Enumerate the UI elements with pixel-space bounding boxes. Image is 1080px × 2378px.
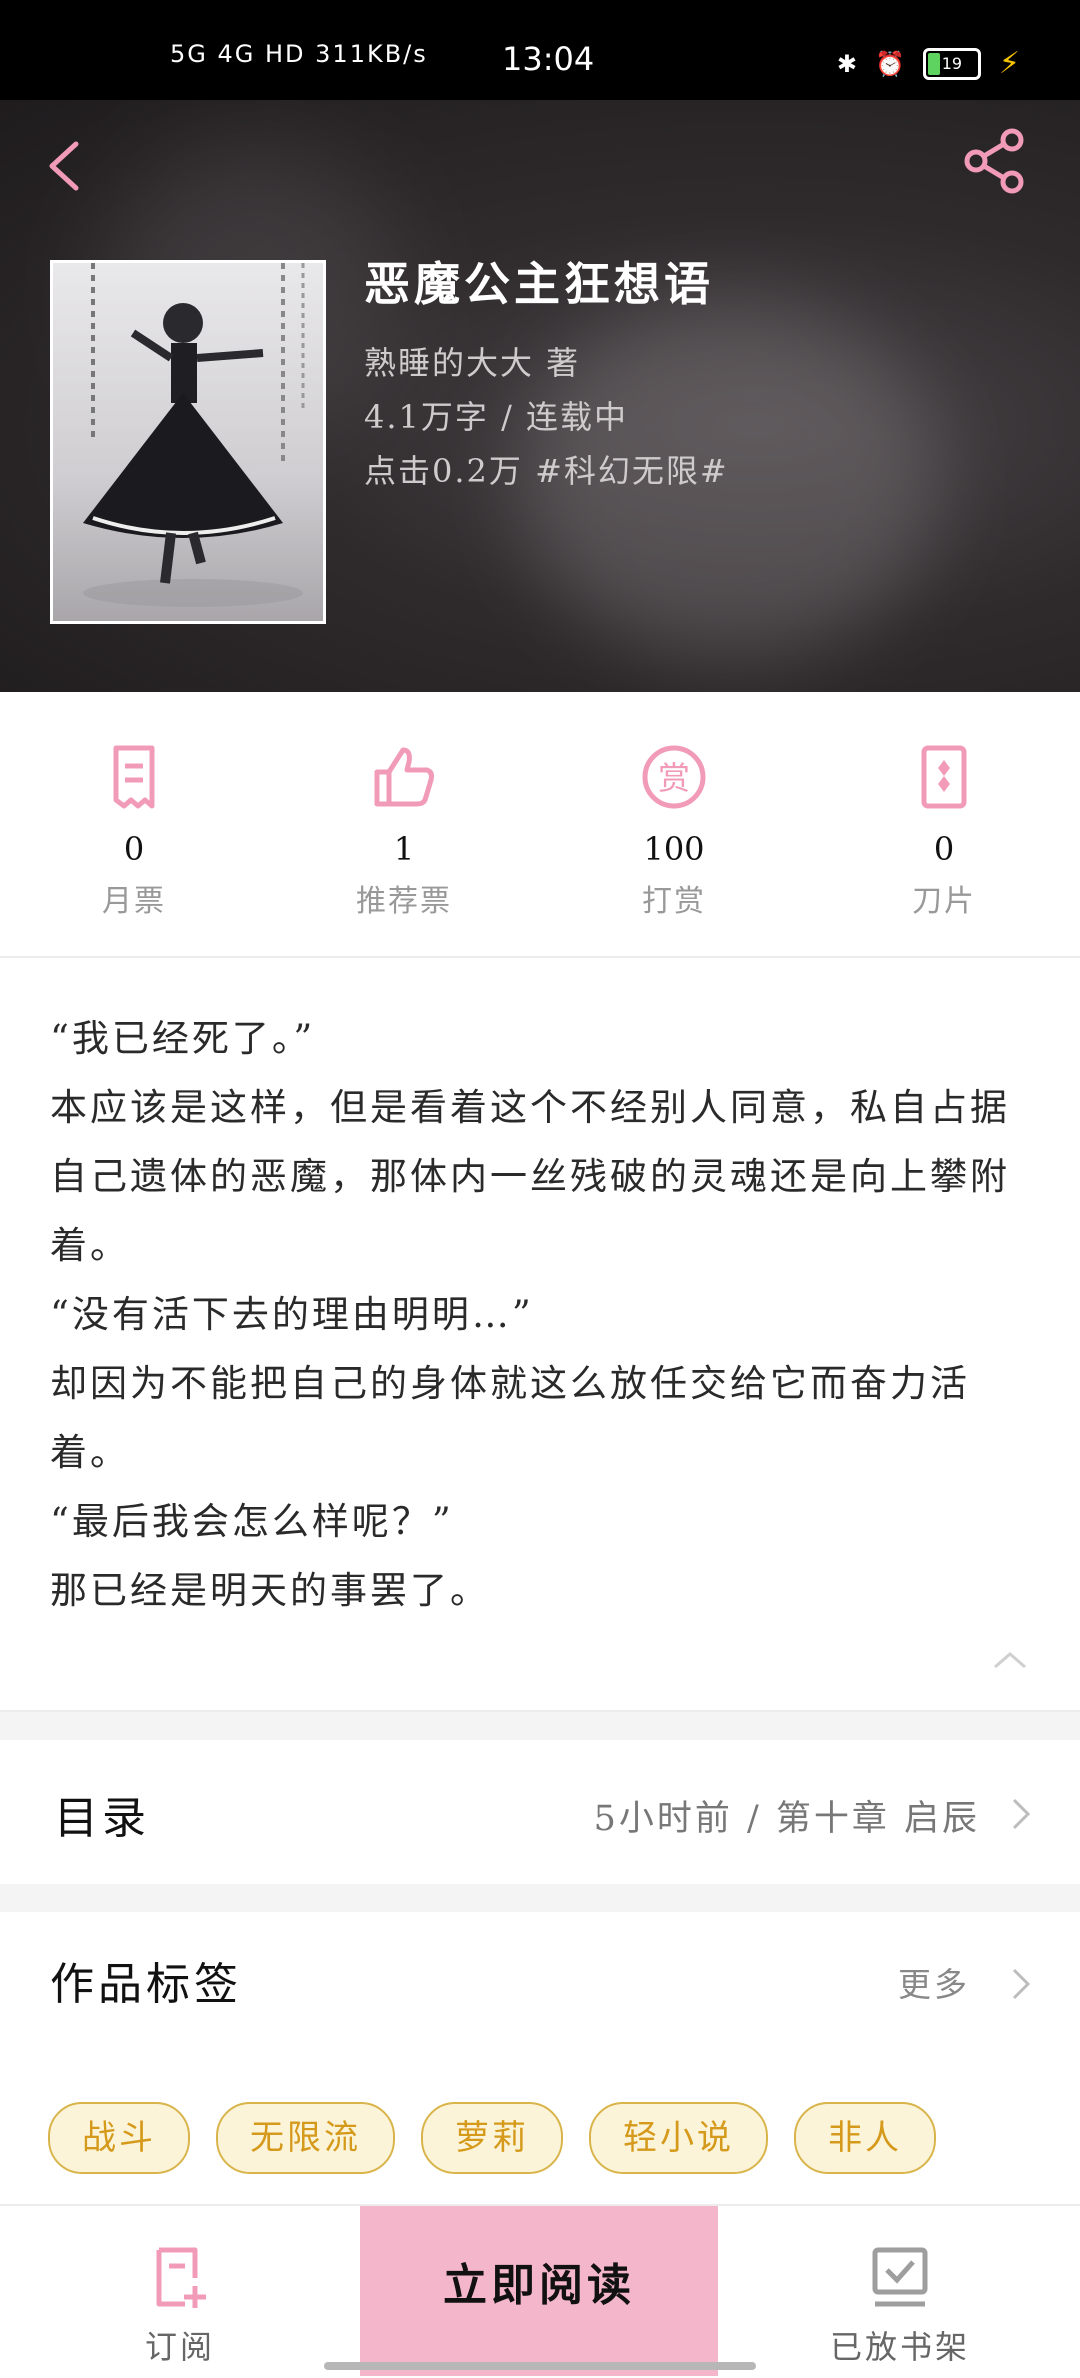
stats-row: 0 月票 1 推荐票 赏 100 打赏 0 刀片	[0, 692, 1080, 958]
thumbs-up-icon	[374, 747, 434, 807]
stat-monthly-ticket[interactable]: 0 月票	[34, 742, 234, 920]
status-right: ✱ ⏰ 19 ⚡	[837, 46, 1020, 81]
section-divider	[0, 1884, 1080, 1912]
toc-latest-chapter: 5小时前 / 第十章 启辰	[593, 1799, 980, 1839]
synopsis-line: “没有活下去的理由明明…”	[50, 1293, 534, 1336]
alarm-icon: ⏰	[875, 49, 905, 78]
stat-reward[interactable]: 赏 100 打赏	[574, 742, 774, 920]
back-icon[interactable]	[40, 136, 90, 196]
tag-chip[interactable]: 无限流	[216, 2102, 395, 2174]
toc-title: 目录	[54, 1793, 150, 1844]
synopsis-line: 本应该是这样，但是看着这个不经别人同意，私自占据自己遗体的恶魔，那体内一丝残破的…	[50, 1086, 1010, 1267]
subscribe-label: 订阅	[144, 2328, 215, 2366]
tag-chip[interactable]: 轻小说	[589, 2102, 768, 2174]
tag-chip[interactable]: 非人	[794, 2102, 936, 2174]
book-word-count-status: 4.1万字 / 连载中	[364, 398, 629, 436]
stat-value: 0	[933, 830, 955, 868]
tag-list: 战斗 无限流 萝莉 轻小说 非人	[48, 2102, 936, 2174]
synopsis-line: “我已经死了。”	[50, 1017, 316, 1060]
bookshelf-button[interactable]: 已放书架	[780, 2206, 1020, 2378]
svg-text:赏: 赏	[658, 759, 690, 797]
synopsis-line: 却因为不能把自己的身体就这么放任交给它而奋力活着。	[50, 1362, 970, 1474]
tags-more-link[interactable]: 更多	[898, 1958, 970, 2006]
status-time: 13:04	[502, 40, 595, 78]
battery-icon: 19	[922, 47, 981, 80]
chevron-right-icon[interactable]	[1010, 1966, 1032, 2002]
book-clicks-category: 点击0.2万 #科幻无限#	[364, 452, 729, 490]
book-cover[interactable]	[50, 260, 326, 624]
collapse-chevron-up-icon[interactable]	[992, 1650, 1028, 1670]
work-tags-section: 作品标签 更多 战斗 无限流 萝莉 轻小说 非人	[0, 1912, 1080, 2202]
book-header: 恶魔公主狂想语 熟睡的大大 著 4.1万字 / 连载中 点击0.2万 #科幻无限…	[0, 100, 1080, 692]
stat-label: 月票	[102, 884, 166, 919]
book-title: 恶魔公主狂想语	[364, 257, 714, 311]
subscribe-button[interactable]: 订阅	[60, 2206, 300, 2378]
synopsis-line: “最后我会怎么样呢？”	[50, 1500, 454, 1543]
stat-label: 刀片	[912, 884, 976, 919]
tag-chip[interactable]: 战斗	[48, 2102, 190, 2174]
synopsis-line: 那已经是明天的事罢了。	[50, 1569, 490, 1612]
chevron-right-icon	[1012, 1798, 1031, 1830]
stat-label: 推荐票	[356, 884, 452, 919]
bookshelf-label: 已放书架	[829, 2328, 970, 2366]
stat-blade[interactable]: 0 刀片	[844, 742, 1044, 920]
blade-icon	[921, 745, 967, 809]
home-indicator[interactable]	[324, 2362, 756, 2370]
status-bar: 5G 4G HD 311KB/s 13:04 ✱ ⏰ 19 ⚡	[0, 0, 1080, 100]
reward-icon: 赏	[642, 745, 706, 809]
cover-illustration	[83, 263, 305, 607]
stat-recommend-ticket[interactable]: 1 推荐票	[304, 742, 504, 920]
stat-value: 0	[123, 830, 145, 868]
ticket-icon	[113, 745, 155, 809]
stat-label: 打赏	[642, 884, 706, 919]
tags-title: 作品标签	[50, 1959, 242, 2010]
tag-chip[interactable]: 萝莉	[421, 2102, 563, 2174]
subscribe-icon	[156, 2247, 206, 2308]
section-divider	[0, 1710, 1080, 1740]
share-icon[interactable]	[960, 126, 1030, 196]
book-author[interactable]: 熟睡的大大 著	[364, 338, 580, 384]
bookshelf-check-icon	[872, 2247, 928, 2307]
network-indicators: 5G 4G HD 311KB/s	[170, 40, 428, 68]
charging-icon: ⚡	[998, 46, 1020, 81]
table-of-contents-row[interactable]: 目录 5小时前 / 第十章 启辰	[0, 1740, 1080, 1884]
stat-value: 100	[643, 830, 705, 868]
stat-value: 1	[393, 830, 415, 868]
book-synopsis: “我已经死了。” 本应该是这样，但是看着这个不经别人同意，私自占据自己遗体的恶魔…	[50, 1004, 1030, 1625]
read-now-button[interactable]: 立即阅读	[360, 2206, 718, 2376]
bluetooth-icon: ✱	[836, 49, 858, 78]
